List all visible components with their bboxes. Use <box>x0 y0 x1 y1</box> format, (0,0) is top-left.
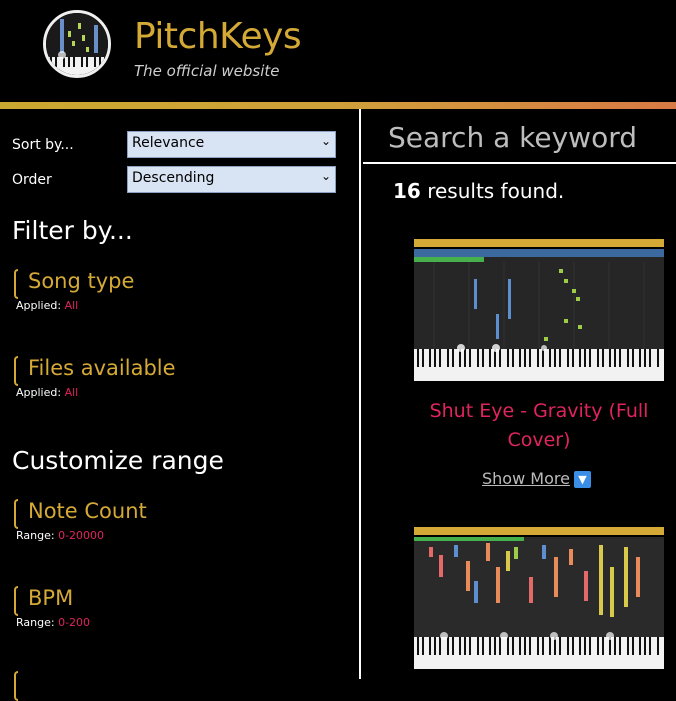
search-bar[interactable]: Search a keyword <box>363 109 676 164</box>
sort-label: Sort by... <box>12 137 74 153</box>
range-heading: Customize range <box>12 446 224 475</box>
order-select[interactable]: Descending ⌄ <box>127 166 336 193</box>
piano-roll-thumbnail <box>414 537 664 669</box>
applied-label: Applied: <box>16 386 62 399</box>
header-divider <box>0 102 676 109</box>
filter-applied: Applied: All <box>16 386 78 399</box>
bracket-icon <box>14 499 18 529</box>
filter-title: Song type <box>28 269 135 293</box>
range-applied: Range: 0-200 <box>16 616 90 629</box>
applied-value: All <box>64 299 79 312</box>
applied-label: Applied: <box>16 299 62 312</box>
sort-select[interactable]: Relevance ⌄ <box>127 131 336 158</box>
piano-roll-thumbnail <box>414 249 664 381</box>
chevron-down-icon: ⌄ <box>320 134 331 148</box>
range-value: 0-200 <box>58 616 91 629</box>
show-more-link[interactable]: Show More ▼ <box>482 469 591 488</box>
filter-title: Files available <box>28 356 176 380</box>
song-thumbnail[interactable] <box>414 249 664 381</box>
pitchkeys-logo[interactable] <box>43 10 111 78</box>
range-label: Range: <box>16 616 55 629</box>
order-select-value: Descending <box>132 170 215 186</box>
range-title: Note Count <box>28 499 147 523</box>
filter-sidebar: Sort by... Relevance ⌄ Order Descending … <box>0 109 361 701</box>
results-suffix: results found. <box>420 179 565 203</box>
range-title: BPM <box>28 586 74 610</box>
bracket-icon <box>14 671 18 701</box>
results-count: 16 results found. <box>393 179 564 203</box>
search-input[interactable]: Search a keyword <box>388 121 637 154</box>
filter-applied: Applied: All <box>16 299 78 312</box>
range-value: 0-20000 <box>58 529 105 542</box>
range-label: Range: <box>16 529 55 542</box>
card-accent-bar <box>414 527 664 535</box>
range-applied: Range: 0-20000 <box>16 529 104 542</box>
bracket-icon <box>14 269 18 299</box>
arrow-down-icon: ▼ <box>573 471 591 488</box>
song-thumbnail[interactable] <box>414 537 664 669</box>
bracket-icon <box>14 586 18 616</box>
order-label: Order <box>12 172 52 188</box>
sort-select-value: Relevance <box>132 135 205 151</box>
bracket-icon <box>14 356 18 386</box>
site-title[interactable]: PitchKeys <box>134 16 302 57</box>
results-panel: Search a keyword 16 results found. Shut … <box>363 109 676 679</box>
results-number: 16 <box>393 179 421 203</box>
show-more-label: Show More <box>482 469 570 488</box>
filter-heading: Filter by... <box>12 216 133 245</box>
chevron-down-icon: ⌄ <box>320 169 331 183</box>
logo-piano-icon <box>46 13 108 75</box>
card-accent-bar <box>414 239 664 247</box>
applied-value: All <box>64 386 79 399</box>
song-title[interactable]: Shut Eye - Gravity (Full Cover) <box>414 397 664 455</box>
site-header: PitchKeys The official website <box>0 0 676 102</box>
site-subtitle: The official website <box>134 62 280 80</box>
